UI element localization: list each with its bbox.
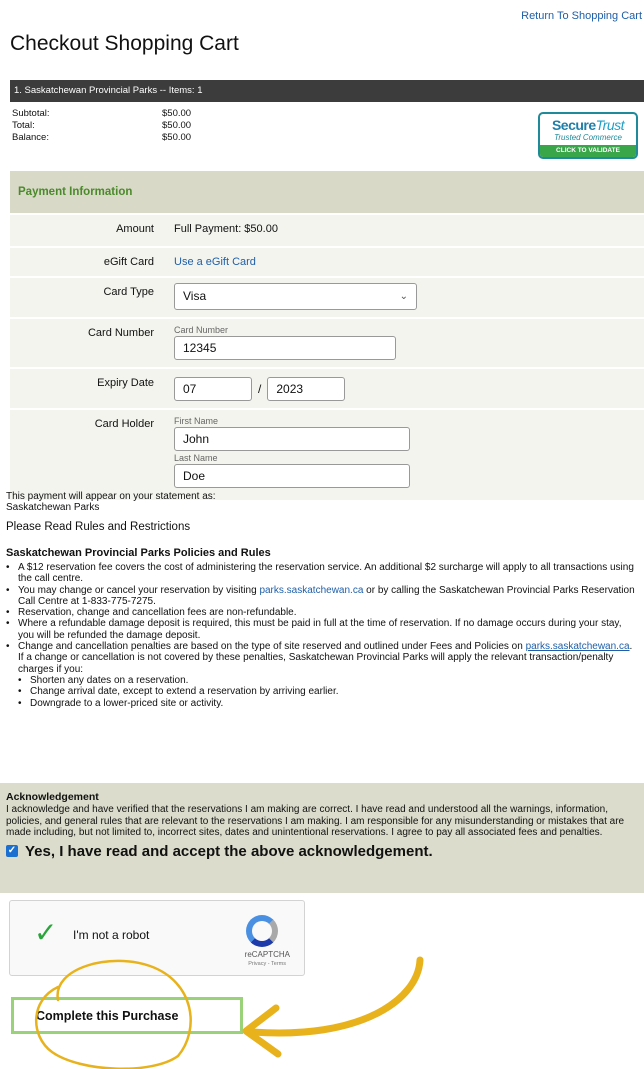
amount-label: Amount xyxy=(116,223,154,235)
policy-sub-item: Change arrival date, except to extend a … xyxy=(6,686,640,698)
statement-line-1: This payment will appear on your stateme… xyxy=(6,491,216,502)
expiry-separator: / xyxy=(258,381,262,396)
checkmark-icon: ✓ xyxy=(34,917,58,948)
payment-information-section: Payment Information Amount Full Payment:… xyxy=(10,171,644,500)
parks-website-link[interactable]: parks.saskatchewan.ca xyxy=(259,585,363,596)
rules-restrictions-text: Please Read Rules and Restrictions xyxy=(6,521,191,533)
card-type-select[interactable]: Visa ⌄ xyxy=(174,283,417,310)
policy-sub-item: Downgrade to a lower-priced site or acti… xyxy=(6,698,640,710)
expiry-year-input[interactable]: 2023 xyxy=(267,376,346,401)
amount-row: Amount Full Payment: $50.00 xyxy=(10,213,644,246)
policy-item: Change and cancellation penalties are ba… xyxy=(6,641,640,675)
card-type-label: Card Type xyxy=(103,286,154,298)
policy-item: Reservation, change and cancellation fee… xyxy=(6,607,640,619)
expiry-row: Expiry Date 07 / 2023 xyxy=(10,367,644,408)
recaptcha-brand: reCAPTCHA xyxy=(244,950,290,959)
recaptcha-label[interactable]: I'm not a robot xyxy=(73,928,149,942)
egift-link[interactable]: Use a eGift Card xyxy=(174,256,256,268)
subtotal-row: Subtotal: $50.00 xyxy=(12,108,412,120)
subtotal-label: Subtotal: xyxy=(12,108,50,119)
securetrust-logo-text: SecureTrust xyxy=(551,117,625,133)
policy-sub-item: Shorten any dates on a reservation. xyxy=(6,675,640,687)
statement-note: This payment will appear on your stateme… xyxy=(6,491,216,513)
total-value: $50.00 xyxy=(162,120,192,131)
last-name-input[interactable]: Doe xyxy=(174,464,410,488)
card-type-value: Visa xyxy=(183,289,207,303)
checkbox-checked-icon[interactable]: ✓ xyxy=(6,845,18,857)
policy-item: You may change or cancel your reservatio… xyxy=(6,585,640,608)
chevron-down-icon: ⌄ xyxy=(399,291,408,302)
park-cart-bar: 1. Saskatchewan Provincial Parks -- Item… xyxy=(10,80,644,102)
card-number-row: Card Number Card Number 12345 xyxy=(10,317,644,367)
return-to-cart-link[interactable]: Return To Shopping Cart xyxy=(521,10,642,22)
parks-website-link[interactable]: parks.saskatchewan.ca xyxy=(526,641,630,652)
balance-value: $50.00 xyxy=(162,132,192,143)
egift-label: eGift Card xyxy=(103,256,154,268)
card-number-placeholder: Card Number xyxy=(174,325,229,335)
recaptcha-links[interactable]: Privacy - Terms xyxy=(248,961,286,967)
acknowledgement-section: Acknowledgement I acknowledge and have v… xyxy=(0,783,644,893)
first-name-label: First Name xyxy=(174,416,219,426)
total-label: Total: xyxy=(12,120,35,131)
balance-row: Balance: $50.00 xyxy=(12,132,412,144)
recaptcha-widget[interactable]: ✓ I'm not a robot reCAPTCHA Privacy - Te… xyxy=(9,900,305,976)
securetrust-validate: CLICK TO VALIDATE xyxy=(540,145,636,157)
policy-item: Where a refundable damage deposit is req… xyxy=(6,618,640,641)
securetrust-tagline: Trusted Commerce xyxy=(554,133,622,142)
cart-summary: Subtotal: $50.00 Total: $50.00 Balance: … xyxy=(12,108,412,144)
recaptcha-logo-icon xyxy=(246,915,278,947)
acknowledgement-checkbox-label[interactable]: Yes, I have read and accept the above ac… xyxy=(25,843,433,860)
amount-value: Full Payment: $50.00 xyxy=(174,223,278,235)
annotation-arrowhead-icon xyxy=(242,1004,282,1058)
card-holder-label: Card Holder xyxy=(94,418,154,430)
securetrust-badge[interactable]: SecureTrust Trusted Commerce CLICK TO VA… xyxy=(538,112,638,159)
egift-row: eGift Card Use a eGift Card xyxy=(10,246,644,276)
complete-purchase-button[interactable]: Complete this Purchase xyxy=(11,997,243,1034)
acknowledgement-checkbox-row[interactable]: ✓ Yes, I have read and accept the above … xyxy=(6,843,636,860)
card-holder-row: Card Holder First Name John Last Name Do… xyxy=(10,408,644,500)
policies-list: A $12 reservation fee covers the cost of… xyxy=(6,562,640,709)
card-number-input[interactable]: 12345 xyxy=(174,336,396,360)
first-name-input[interactable]: John xyxy=(174,427,410,451)
acknowledgement-text: I acknowledge and have verified that the… xyxy=(6,804,625,838)
policies-title: Saskatchewan Provincial Parks Policies a… xyxy=(6,547,271,559)
page-title: Checkout Shopping Cart xyxy=(10,32,239,55)
last-name-label: Last Name xyxy=(174,453,218,463)
total-row: Total: $50.00 xyxy=(12,120,412,132)
statement-line-2: Saskatchewan Parks xyxy=(6,502,100,513)
policy-item: A $12 reservation fee covers the cost of… xyxy=(6,562,640,585)
acknowledgement-title: Acknowledgement xyxy=(6,791,99,803)
expiry-month-input[interactable]: 07 xyxy=(174,376,252,401)
payment-header: Payment Information xyxy=(10,171,644,213)
expiry-label: Expiry Date xyxy=(97,377,154,389)
card-number-label: Card Number xyxy=(87,327,154,339)
balance-label: Balance: xyxy=(12,132,49,143)
subtotal-value: $50.00 xyxy=(162,108,192,119)
card-type-row: Card Type Visa ⌄ xyxy=(10,276,644,317)
